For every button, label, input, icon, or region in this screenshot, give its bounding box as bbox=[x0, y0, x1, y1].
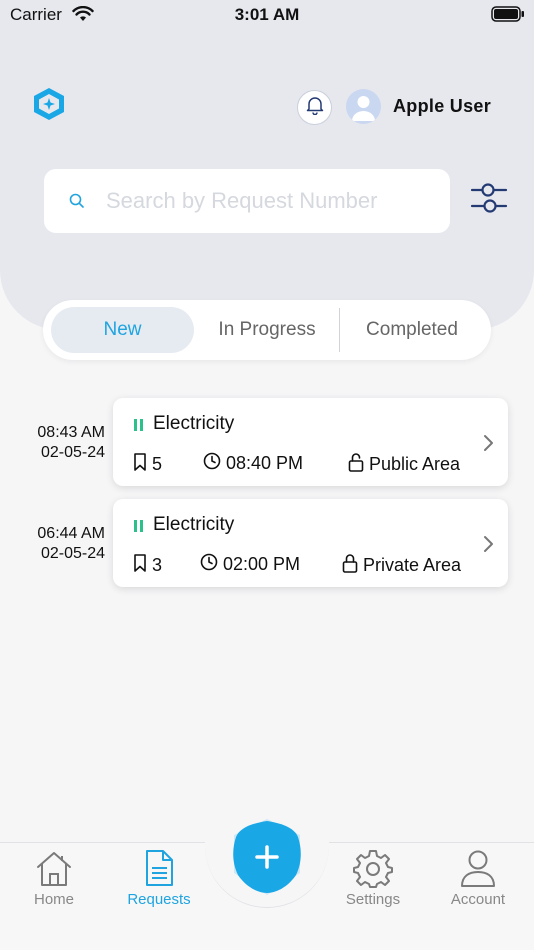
request-count: 5 bbox=[133, 452, 162, 477]
sliders-icon bbox=[470, 183, 508, 219]
bookmark-icon bbox=[133, 553, 152, 578]
clock-icon bbox=[203, 452, 226, 475]
search-bar[interactable] bbox=[44, 169, 450, 233]
nav-label-requests: Requests bbox=[127, 891, 191, 908]
bell-icon bbox=[306, 95, 324, 120]
request-area: Public Area bbox=[348, 452, 460, 477]
clock-time: 3:01 AM bbox=[234, 5, 300, 24]
request-scheduled-value: 02:00 PM bbox=[223, 554, 301, 574]
nav-item-requests[interactable]: Requests bbox=[114, 848, 204, 918]
chevron-right-icon[interactable] bbox=[483, 434, 495, 457]
search-input[interactable] bbox=[106, 169, 436, 233]
nav-label-home: Home bbox=[33, 891, 74, 908]
tab-divider bbox=[339, 308, 340, 352]
status-bar: Carrier 3:01 AM bbox=[0, 0, 534, 30]
request-title: Electricity bbox=[153, 413, 235, 434]
request-scheduled-time: 02:00 PM bbox=[200, 553, 300, 576]
chevron-right-icon[interactable] bbox=[483, 535, 495, 558]
document-icon bbox=[114, 848, 204, 888]
nav-item-settings[interactable]: Settings bbox=[328, 848, 418, 918]
request-card[interactable]: Electricity 5 08:40 PM Public Area bbox=[113, 398, 508, 486]
home-icon bbox=[9, 848, 99, 888]
request-count: 3 bbox=[133, 553, 162, 578]
request-time: 06:44 AM bbox=[37, 525, 105, 542]
avatar[interactable] bbox=[346, 89, 381, 124]
nav-label-settings: Settings bbox=[345, 891, 401, 908]
header-background bbox=[0, 0, 534, 330]
status-tabs: New In Progress Completed bbox=[43, 300, 491, 360]
tab-completed[interactable]: Completed bbox=[341, 307, 483, 353]
nav-label-account: Account bbox=[450, 891, 506, 908]
request-date: 02-05-24 bbox=[40, 545, 105, 562]
request-area-value: Public Area bbox=[369, 454, 461, 474]
request-area-value: Private Area bbox=[363, 555, 462, 575]
tab-in-progress[interactable]: In Progress bbox=[195, 307, 339, 353]
request-time: 08:43 AM bbox=[37, 424, 105, 441]
notifications-button[interactable] bbox=[297, 90, 332, 125]
bookmark-icon bbox=[133, 452, 152, 477]
requests-screen: Carrier 3:01 AM Apple User Search by Req… bbox=[0, 0, 534, 950]
user-name[interactable]: Apple User bbox=[393, 96, 491, 117]
search-icon bbox=[69, 193, 85, 214]
filter-button[interactable] bbox=[470, 181, 508, 215]
request-title: Electricity bbox=[153, 514, 235, 535]
request-row: 06:44 AM 02-05-24 Electricity 3 02:00 PM… bbox=[0, 498, 534, 588]
clock-icon bbox=[200, 553, 223, 576]
request-area: Private Area bbox=[342, 553, 461, 578]
nav-item-account[interactable]: Account bbox=[433, 848, 523, 918]
pause-status-icon bbox=[134, 519, 144, 537]
user-icon bbox=[433, 848, 523, 888]
battery-icon bbox=[491, 6, 525, 27]
app-logo-icon[interactable] bbox=[30, 86, 68, 127]
request-count-value: 3 bbox=[152, 555, 163, 575]
request-scheduled-time: 08:40 PM bbox=[203, 452, 303, 475]
request-scheduled-value: 08:40 PM bbox=[226, 453, 304, 473]
nav-item-home[interactable]: Home bbox=[9, 848, 99, 918]
request-date: 02-05-24 bbox=[40, 444, 105, 461]
request-count-value: 5 bbox=[152, 454, 163, 474]
request-timestamp: 06:44 AM 02-05-24 bbox=[20, 524, 105, 564]
request-timestamp: 08:43 AM 02-05-24 bbox=[20, 423, 105, 463]
lock-icon bbox=[342, 553, 363, 578]
tab-new[interactable]: New bbox=[51, 307, 194, 353]
request-row: 08:43 AM 02-05-24 Electricity 5 08:40 PM… bbox=[0, 397, 534, 487]
gear-icon bbox=[328, 848, 418, 888]
unlock-icon bbox=[348, 452, 369, 477]
add-request-button[interactable] bbox=[226, 817, 308, 899]
pause-status-icon bbox=[134, 418, 144, 436]
request-card[interactable]: Electricity 3 02:00 PM Private Area bbox=[113, 499, 508, 587]
